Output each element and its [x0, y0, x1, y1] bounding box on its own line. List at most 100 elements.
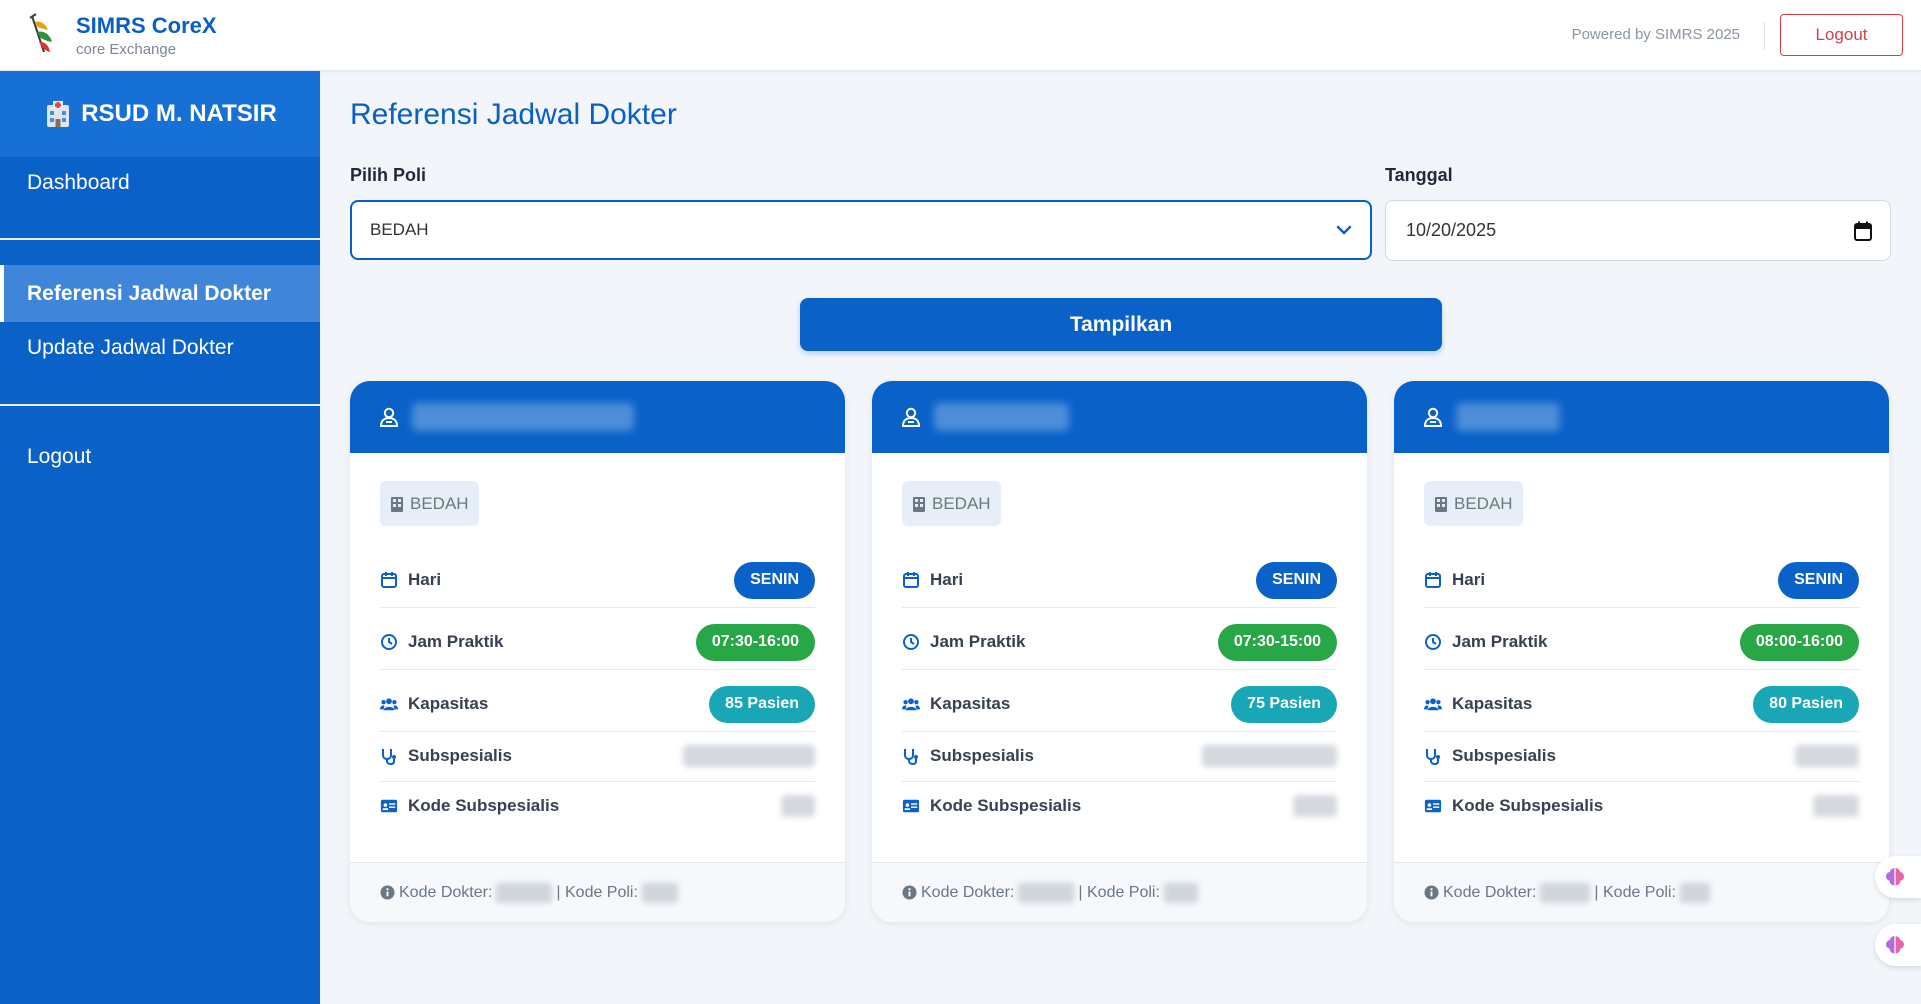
- poli-badge: BEDAH: [1424, 481, 1523, 526]
- kode-subspesialis-row: Kode Subspesialis: [380, 787, 815, 825]
- poli-badge: BEDAH: [902, 481, 1001, 526]
- doctor-name-redacted: [412, 403, 634, 431]
- card-footer: Kode Dokter: | Kode Poli:: [350, 862, 845, 922]
- kode-poli-label: | Kode Poli:: [1594, 883, 1676, 901]
- app-logo-icon: [26, 12, 62, 60]
- clock-icon: [1425, 634, 1441, 650]
- row-divider: [1424, 781, 1859, 782]
- subspesialis-label: Subspesialis: [1452, 746, 1556, 765]
- id-card-icon: [902, 799, 920, 813]
- brain-assistant-button[interactable]: [1875, 924, 1921, 966]
- date-input[interactable]: 10/20/2025: [1385, 200, 1891, 261]
- doctor-schedule-card: BEDAH Hari SENIN Jam Praktik 07:30-15:00…: [872, 381, 1367, 922]
- logout-button[interactable]: Logout: [1780, 14, 1903, 56]
- powered-by-text: Powered by SIMRS 2025: [1571, 26, 1740, 43]
- row-divider: [902, 781, 1337, 782]
- building-icon: [913, 496, 925, 512]
- hari-value: SENIN: [734, 561, 815, 599]
- kode-subspesialis-label: Kode Subspesialis: [1452, 796, 1604, 815]
- kode-poli-label: | Kode Poli:: [1078, 883, 1160, 901]
- sidebar-item-update-jadwal-dokter[interactable]: Update Jadwal Dokter: [0, 322, 320, 374]
- subspesialis-value-redacted: [1795, 745, 1859, 767]
- kode-dokter-value-redacted: [496, 882, 553, 903]
- jam-praktik-label: Jam Praktik: [930, 632, 1026, 651]
- sidebar-item-dashboard[interactable]: Dashboard: [0, 157, 320, 209]
- jam-praktik-row: Jam Praktik 07:30-15:00: [902, 620, 1337, 664]
- brain-assistant-button[interactable]: [1875, 856, 1921, 898]
- doctor-schedule-card: BEDAH Hari SENIN Jam Praktik 08:00-16:00…: [1394, 381, 1889, 922]
- subspesialis-value-redacted: [683, 745, 815, 767]
- users-icon: [380, 698, 398, 711]
- kode-dokter-value-redacted: [1540, 882, 1591, 903]
- jam-praktik-value: 07:30-15:00: [1217, 623, 1337, 661]
- jam-praktik-value: 07:30-16:00: [695, 623, 815, 661]
- kode-dokter-label: Kode Dokter:: [921, 883, 1015, 901]
- kapasitas-label: Kapasitas: [408, 694, 489, 713]
- chevron-down-icon: [1336, 225, 1352, 235]
- kapasitas-value: 85 Pasien: [709, 685, 815, 723]
- calendar-icon[interactable]: [1854, 221, 1872, 241]
- sidebar-divider: [0, 238, 320, 240]
- id-card-icon: [380, 799, 398, 813]
- subspesialis-row: Subspesialis: [902, 737, 1337, 775]
- clock-icon: [903, 634, 919, 650]
- doctor-icon: [379, 407, 399, 427]
- kode-poli-value-redacted: [641, 882, 678, 903]
- row-divider: [380, 731, 815, 732]
- sidebar-item-logout[interactable]: Logout: [0, 431, 320, 483]
- stethoscope-icon: [382, 749, 396, 765]
- jam-praktik-row: Jam Praktik 07:30-16:00: [380, 620, 815, 664]
- sidebar-divider: [0, 404, 320, 406]
- hari-row: Hari SENIN: [902, 558, 1337, 602]
- hari-row: Hari SENIN: [380, 558, 815, 602]
- poli-name: BEDAH: [932, 493, 991, 513]
- card-footer: Kode Dokter: | Kode Poli:: [1394, 862, 1889, 922]
- info-icon: [380, 885, 395, 900]
- kode-subspesialis-label: Kode Subspesialis: [408, 796, 560, 815]
- kode-poli-value-redacted: [1163, 882, 1198, 903]
- jam-praktik-row: Jam Praktik 08:00-16:00: [1424, 620, 1859, 664]
- kode-subspesialis-value-redacted: [1293, 795, 1337, 817]
- row-divider: [1424, 731, 1859, 732]
- card-footer: Kode Dokter: | Kode Poli:: [872, 862, 1367, 922]
- kode-subspesialis-row: Kode Subspesialis: [1424, 787, 1859, 825]
- tampilkan-button[interactable]: Tampilkan: [800, 298, 1442, 351]
- kode-dokter-label: Kode Dokter:: [399, 883, 493, 901]
- poli-select[interactable]: BEDAH: [350, 200, 1372, 260]
- hari-label: Hari: [1452, 570, 1486, 589]
- row-divider: [1424, 607, 1859, 608]
- page-title: Referensi Jadwal Dokter: [350, 98, 677, 131]
- clock-icon: [381, 634, 397, 650]
- kode-poli-label: | Kode Poli:: [556, 883, 638, 901]
- id-card-icon: [1424, 799, 1442, 813]
- calendar-icon: [381, 572, 397, 588]
- users-icon: [1424, 698, 1442, 711]
- brand-subtitle: core Exchange: [76, 41, 177, 58]
- kode-subspesialis-row: Kode Subspesialis: [902, 787, 1337, 825]
- sidebar-item-referensi-jadwal-dokter[interactable]: Referensi Jadwal Dokter: [0, 265, 320, 322]
- calendar-icon: [903, 572, 919, 588]
- info-icon: [902, 885, 917, 900]
- header-divider: [1764, 22, 1765, 50]
- hospital-header: RSUD M. NATSIR: [0, 71, 320, 157]
- hari-value: SENIN: [1256, 561, 1337, 599]
- kapasitas-value: 80 Pasien: [1753, 685, 1859, 723]
- calendar-icon: [1425, 572, 1441, 588]
- card-header: [350, 381, 845, 453]
- sidebar: RSUD M. NATSIR Dashboard Referensi Jadwa…: [0, 71, 320, 1004]
- card-header: [872, 381, 1367, 453]
- jam-praktik-value: 08:00-16:00: [1739, 623, 1859, 661]
- kode-subspesialis-value-redacted: [781, 795, 815, 817]
- building-icon: [391, 496, 403, 512]
- row-divider: [902, 607, 1337, 608]
- brain-icon: [1886, 936, 1904, 954]
- kode-dokter-label: Kode Dokter:: [1443, 883, 1537, 901]
- stethoscope-icon: [1426, 749, 1440, 765]
- poli-select-value: BEDAH: [370, 220, 429, 239]
- kapasitas-label: Kapasitas: [930, 694, 1011, 713]
- subspesialis-label: Subspesialis: [408, 746, 512, 765]
- top-header: SIMRS CoreX core Exchange Powered by SIM…: [0, 0, 1921, 71]
- row-divider: [902, 669, 1337, 670]
- kapasitas-value: 75 Pasien: [1231, 685, 1337, 723]
- subspesialis-row: Subspesialis: [1424, 737, 1859, 775]
